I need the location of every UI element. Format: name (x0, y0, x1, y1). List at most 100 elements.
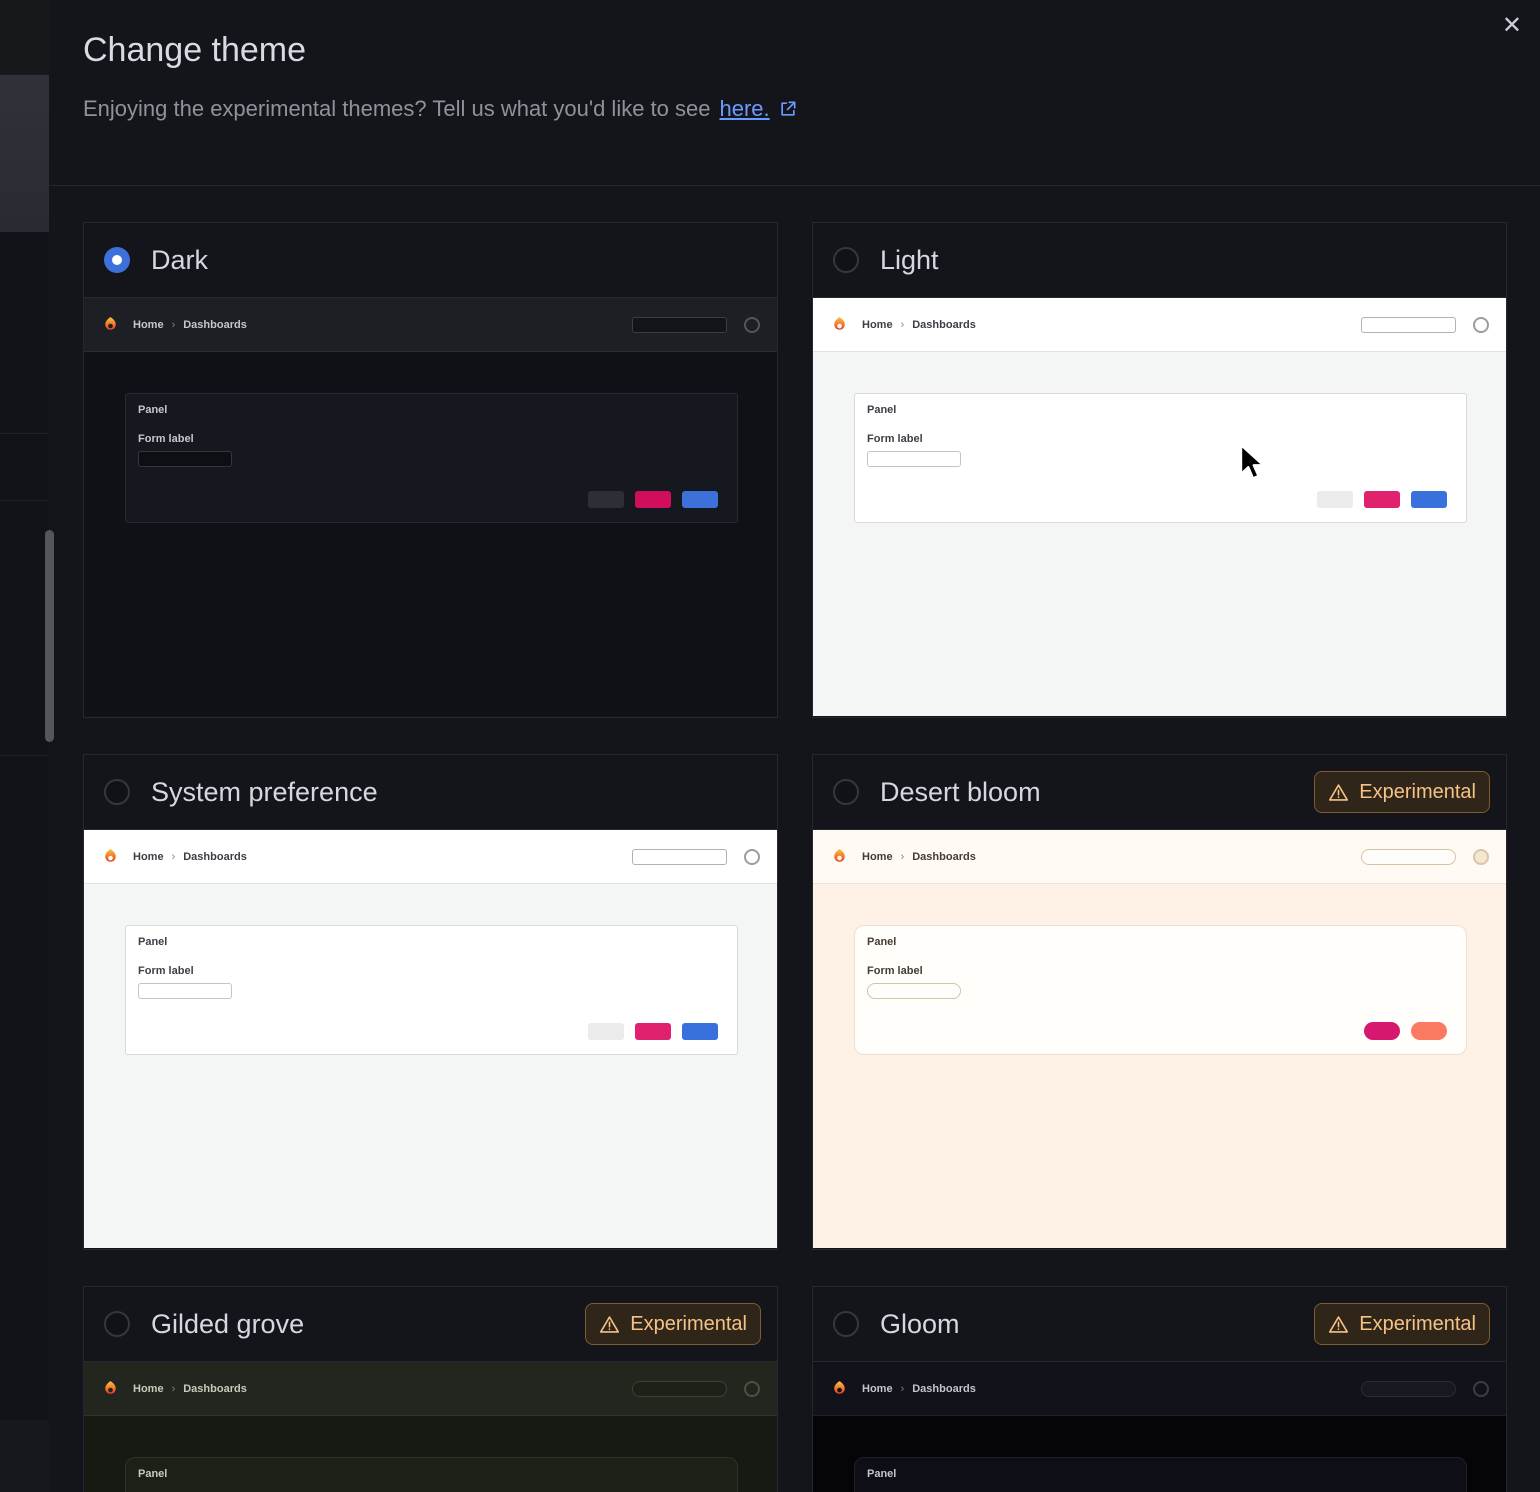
preview-primary-button (1411, 491, 1447, 508)
theme-card-gilded-grove[interactable]: Gilded grove Experimental Ho (83, 1286, 778, 1492)
breadcrumb: Home › Dashboards (862, 851, 976, 863)
theme-preview-gilded-grove: Home › Dashboards Panel Form label (84, 1361, 777, 1492)
preview-buttons (588, 1023, 718, 1040)
chevron-right-icon: › (172, 1383, 176, 1395)
theme-card-light[interactable]: Light Home › Dashboards (812, 222, 1507, 718)
chevron-right-icon: › (172, 851, 176, 863)
theme-grid: Dark Home › Dashboards (83, 222, 1507, 1492)
preview-avatar (744, 317, 760, 333)
scrollbar-thumb[interactable] (45, 530, 54, 742)
preview-search-input (632, 849, 727, 865)
backdrop-footer (0, 1420, 49, 1492)
preview-panel: Panel Form label (854, 393, 1467, 523)
theme-preview-system: Home › Dashboards Panel Form label (84, 829, 777, 1248)
breadcrumb-home: Home (862, 319, 893, 331)
change-theme-screen: Change theme Enjoying the experimental t… (0, 0, 1540, 1492)
preview-destructive-button (635, 491, 671, 508)
preview-text-input (138, 451, 232, 467)
breadcrumb-current: Dashboards (183, 851, 247, 863)
preview-search-input (1361, 849, 1456, 865)
breadcrumb-current: Dashboards (912, 851, 976, 863)
theme-card-dark[interactable]: Dark Home › Dashboards (83, 222, 778, 718)
card-header: Dark (84, 223, 777, 297)
form-label: Form label (867, 433, 923, 445)
warning-icon (1328, 1314, 1349, 1335)
breadcrumb-current: Dashboards (912, 1383, 976, 1395)
preview-panel: Panel Form label (125, 1457, 738, 1492)
modal-subtitle: Enjoying the experimental themes? Tell u… (83, 96, 1506, 122)
preview-destructive-button (1364, 1022, 1400, 1040)
theme-preview-light: Home › Dashboards Panel Form label (813, 297, 1506, 716)
warning-icon (1328, 782, 1349, 803)
experimental-badge-label: Experimental (1359, 781, 1476, 804)
external-link-icon[interactable] (778, 99, 798, 119)
preview-primary-button (682, 491, 718, 508)
experimental-badge-label: Experimental (1359, 1313, 1476, 1336)
preview-secondary-button (588, 1023, 624, 1040)
preview-search-input (632, 317, 727, 333)
grafana-logo-icon (831, 316, 848, 333)
theme-label: Gilded grove (151, 1309, 304, 1340)
experimental-badge: Experimental (1314, 771, 1490, 813)
preview-avatar (744, 1381, 760, 1397)
preview-body: Panel Form label (84, 1416, 777, 1492)
breadcrumb: Home › Dashboards (133, 1383, 247, 1395)
theme-card-desert-bloom[interactable]: Desert bloom Experimental Ho (812, 754, 1507, 1250)
breadcrumb-home: Home (862, 851, 893, 863)
form-label: Form label (138, 965, 194, 977)
theme-label: Dark (151, 245, 208, 276)
theme-label: Desert bloom (880, 777, 1041, 808)
preview-avatar (1473, 317, 1489, 333)
page-title: Change theme (83, 30, 1506, 71)
preview-destructive-button (1364, 491, 1400, 508)
grafana-logo-icon (102, 316, 119, 333)
experimental-badge-label: Experimental (630, 1313, 747, 1336)
grafana-logo-icon (831, 1380, 848, 1397)
breadcrumb-current: Dashboards (183, 319, 247, 331)
preview-buttons (588, 491, 718, 508)
card-header: System preference (84, 755, 777, 829)
theme-card-gloom[interactable]: Gloom Experimental Home (812, 1286, 1507, 1492)
preview-text-input (867, 451, 961, 467)
radio-desert-bloom[interactable] (833, 779, 859, 805)
warning-icon (599, 1314, 620, 1335)
chevron-right-icon: › (901, 319, 905, 331)
card-header: Gloom Experimental (813, 1287, 1506, 1361)
close-icon[interactable]: ✕ (1502, 14, 1522, 38)
experimental-badge: Experimental (1314, 1303, 1490, 1345)
breadcrumb: Home › Dashboards (862, 319, 976, 331)
grafana-logo-icon (102, 1380, 119, 1397)
preview-panel: Panel Form label (125, 393, 738, 523)
preview-avatar (1473, 849, 1489, 865)
radio-gilded-grove[interactable] (104, 1311, 130, 1337)
preview-topbar: Home › Dashboards (84, 1362, 777, 1416)
theme-card-system-preference[interactable]: System preference Home › Dashboards (83, 754, 778, 1250)
breadcrumb: Home › Dashboards (133, 319, 247, 331)
panel-title: Panel (138, 404, 167, 416)
breadcrumb-current: Dashboards (183, 1383, 247, 1395)
preview-avatar (1473, 1381, 1489, 1397)
theme-label: System preference (151, 777, 378, 808)
preview-body: Panel Form label (84, 352, 777, 716)
subtitle-text: Enjoying the experimental themes? Tell u… (83, 96, 710, 122)
preview-topbar: Home › Dashboards (813, 298, 1506, 352)
preview-body: Panel Form label (813, 352, 1506, 716)
radio-gloom[interactable] (833, 1311, 859, 1337)
breadcrumb-home: Home (133, 851, 164, 863)
preview-avatar (744, 849, 760, 865)
radio-dark[interactable] (104, 247, 130, 273)
preview-topbar: Home › Dashboards (84, 830, 777, 884)
panel-title: Panel (138, 1468, 167, 1480)
preview-primary-button (682, 1023, 718, 1040)
radio-light[interactable] (833, 247, 859, 273)
preview-primary-button (1411, 1022, 1447, 1040)
experimental-badge: Experimental (585, 1303, 761, 1345)
feedback-link[interactable]: here. (719, 96, 769, 122)
radio-system-preference[interactable] (104, 779, 130, 805)
panel-title: Panel (867, 936, 896, 948)
preview-panel: Panel Form label (854, 1457, 1467, 1492)
chevron-right-icon: › (901, 1383, 905, 1395)
theme-preview-gloom: Home › Dashboards Panel Form label (813, 1361, 1506, 1492)
form-label: Form label (867, 965, 923, 977)
card-header: Gilded grove Experimental (84, 1287, 777, 1361)
